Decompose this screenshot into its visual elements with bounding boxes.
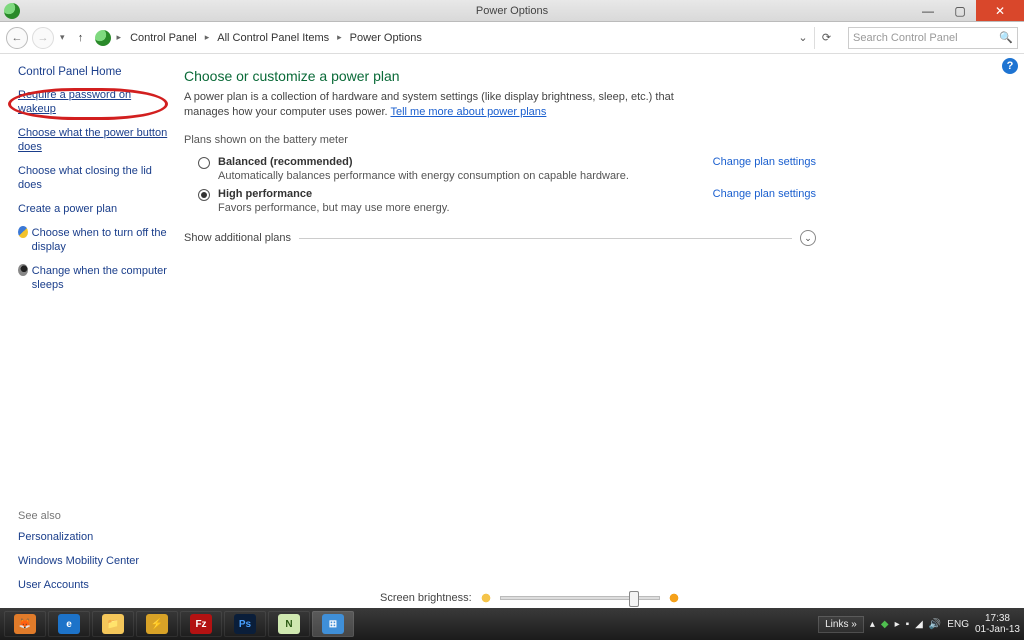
see-also-mobility[interactable]: Windows Mobility Center [18,554,178,568]
main-content: Choose or customize a power plan A power… [180,54,840,608]
radio-balanced[interactable] [198,157,210,169]
taskbar-explorer[interactable]: 📁 [92,611,134,637]
history-dropdown[interactable]: ▾ [58,32,67,43]
plan-desc: Favors performance, but may use more ene… [218,202,693,214]
slider-thumb[interactable] [629,591,639,607]
expander-line [299,238,792,239]
sidebar-link-sleep[interactable]: Change when the computer sleeps [32,264,170,292]
search-placeholder: Search Control Panel [853,32,958,44]
taskbar-ie[interactable]: e [48,611,90,637]
plan-balanced[interactable]: Balanced (recommended) Automatically bal… [184,152,816,184]
breadcrumb-mid[interactable]: All Control Panel Items [214,30,332,46]
change-plan-settings-link[interactable]: Change plan settings [713,188,816,200]
brightness-label: Screen brightness: [380,592,472,604]
close-button[interactable]: ✕ [976,0,1024,21]
tray-flag-icon[interactable]: ▸ [895,619,900,630]
search-input[interactable]: Search Control Panel 🔍 [848,27,1018,49]
see-also-personalization[interactable]: Personalization [18,530,178,544]
sidebar-link-password[interactable]: Require a password on wakeup [18,88,170,116]
tray-clock[interactable]: 17:38 01-Jan-13 [975,613,1020,635]
sidebar-home[interactable]: Control Panel Home [18,66,170,78]
search-icon: 🔍 [999,31,1013,44]
clock-date: 01-Jan-13 [975,624,1020,635]
breadcrumb-root-chevron[interactable]: ▸ [115,32,124,43]
taskbar-firefox[interactable]: 🦊 [4,611,46,637]
taskbar-winamp[interactable]: ⚡ [136,611,178,637]
show-additional-plans[interactable]: Show additional plans ⌄ [184,230,816,246]
plan-name: Balanced (recommended) [218,156,693,168]
page-heading: Choose or customize a power plan [184,68,816,84]
radio-high-performance[interactable] [198,189,210,201]
back-button[interactable]: ← [6,27,28,49]
clock-time: 17:38 [975,613,1020,624]
change-plan-settings-link[interactable]: Change plan settings [713,156,816,168]
tray-volume-icon[interactable]: 🔊 [929,619,941,630]
taskbar-notepadpp[interactable]: N [268,611,310,637]
sidebar-link-power-button[interactable]: Choose what the power button does [18,126,170,154]
brightness-high-icon [668,592,680,604]
chevron-down-icon: ⌄ [800,230,816,246]
tray-battery-icon[interactable]: ▪ [906,619,910,630]
breadcrumb: Control Panel ▸ All Control Panel Items … [127,30,792,46]
moon-icon [18,264,28,276]
refresh-button[interactable]: ⟳ [814,27,838,49]
taskbar-filezilla[interactable]: Fz [180,611,222,637]
plan-name: High performance [218,188,693,200]
see-also-header: See also [18,510,178,522]
brightness-slider[interactable] [500,596,660,600]
page-description: A power plan is a collection of hardware… [184,90,704,120]
breadcrumb-root[interactable]: Control Panel [127,30,200,46]
brightness-control: Screen brightness: [380,592,680,604]
forward-button[interactable]: → [32,27,54,49]
plans-header: Plans shown on the battery meter [184,134,816,146]
chevron-right-icon: ▸ [334,30,345,45]
see-also: See also Personalization Windows Mobilit… [18,510,178,602]
address-dropdown[interactable]: ⌄ [796,31,810,44]
sidebar-link-display-off[interactable]: Choose when to turn off the display [32,226,170,254]
shield-icon [18,226,28,238]
expander-label: Show additional plans [184,232,291,244]
taskbar-controlpanel[interactable]: ⊞ [312,611,354,637]
up-button[interactable]: ↑ [71,32,91,44]
brightness-low-icon [480,592,492,604]
taskbar-photoshop[interactable]: Ps [224,611,266,637]
maximize-button[interactable]: ▢ [944,0,976,21]
plan-high-performance[interactable]: High performance Favors performance, but… [184,184,816,216]
tray-chevron-icon[interactable]: ▴ [870,619,875,630]
sidebar-link-lid[interactable]: Choose what closing the lid does [18,164,170,192]
minimize-button[interactable]: — [912,0,944,21]
plan-desc: Automatically balances performance with … [218,170,693,182]
window-titlebar: Power Options — ▢ ✕ [0,0,1024,22]
links-label: Links [825,619,848,630]
tray-language[interactable]: ENG [947,619,969,630]
see-also-user-accounts[interactable]: User Accounts [18,578,178,592]
sidebar-link-create-plan[interactable]: Create a power plan [18,202,170,216]
sidebar: Control Panel Home Require a password on… [0,54,180,608]
learn-more-link[interactable]: Tell me more about power plans [390,106,546,118]
links-toolbar[interactable]: Links » [818,616,864,633]
tray-network-icon[interactable]: ◢ [915,619,923,630]
chevron-right-icon: ▸ [202,30,213,45]
window-title: Power Options [0,5,1024,17]
system-tray: Links » ▴ ◆ ▸ ▪ ◢ 🔊 ENG 17:38 01-Jan-13 [818,613,1020,635]
tray-shield-icon[interactable]: ◆ [881,619,889,630]
taskbar: 🦊 e 📁 ⚡ Fz Ps N ⊞ Links » ▴ ◆ ▸ ▪ ◢ 🔊 EN… [0,608,1024,640]
breadcrumb-leaf[interactable]: Power Options [347,30,425,46]
navbar: ← → ▾ ↑ ▸ Control Panel ▸ All Control Pa… [0,22,1024,54]
location-icon [95,30,111,46]
app-icon [4,3,20,19]
